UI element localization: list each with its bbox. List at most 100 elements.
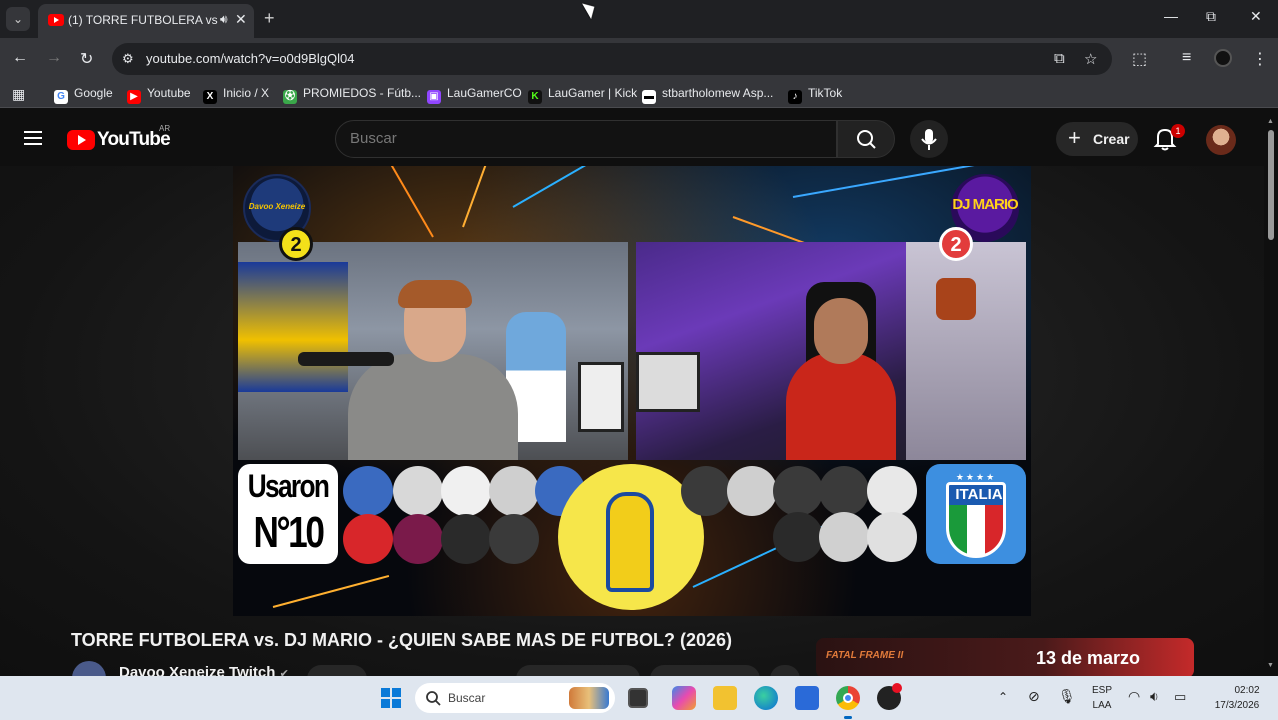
keyboard-layout[interactable]: LAA [1090, 700, 1114, 711]
bookmark-stbartholomew[interactable]: ▬ stbartholomew Asp... [642, 86, 773, 104]
davoo-logo-text: Davoo Xeneize [248, 202, 306, 211]
media-controls-icon[interactable]: ≡ [1182, 49, 1191, 67]
framed-jersey [578, 362, 624, 432]
bookmark-kick[interactable]: K LauGamer | Kick [528, 86, 637, 104]
site-info-icon[interactable]: ⚙ [122, 51, 134, 67]
chrome-icon[interactable] [836, 686, 860, 710]
recommended-ad-card[interactable]: FATAL FRAME II 13 de marzo [816, 638, 1194, 678]
search-highlight-icon [569, 687, 609, 709]
scroll-up-icon[interactable]: ▲ [1267, 118, 1274, 125]
microphone-icon [921, 129, 937, 150]
bookmark-label: Inicio / X [223, 86, 270, 100]
usaron-n10-card: Usaron N°10 [238, 464, 338, 564]
scrollbar-thumb[interactable] [1268, 130, 1274, 240]
youtube-header: YouTube AR + Crear 1 [0, 114, 1268, 166]
player-circle [727, 466, 777, 516]
bookmark-tiktok[interactable]: ♪ TikTok [788, 86, 842, 104]
browser-tab-active[interactable]: (1) TORRE FUTBOLERA vs. D 🔊︎ ✕ [38, 4, 254, 38]
file-explorer-icon[interactable] [713, 686, 737, 710]
url-text[interactable]: youtube.com/watch?v=o0d9BlgQl04 [146, 51, 355, 66]
usaron-line1: Usaron [247, 468, 330, 504]
profile-icon[interactable] [1214, 49, 1232, 67]
speaker-icon[interactable]: 🔊︎ [220, 12, 228, 27]
minimize-button[interactable]: — [1164, 8, 1178, 24]
youtube-logo-icon[interactable] [67, 130, 95, 150]
extensions-icon[interactable]: ⬚ [1132, 49, 1147, 69]
window-close-button[interactable]: ✕ [1250, 8, 1262, 25]
chrome-menu-icon[interactable]: ⋮ [1252, 49, 1268, 69]
bookmark-x[interactable]: X Inicio / X [203, 86, 269, 104]
x-icon: X [203, 90, 217, 104]
video-player[interactable]: Davoo Xeneize DJ MARIO 2 2 Usaron N°10 ★… [233, 166, 1031, 616]
lion-emblem [936, 278, 976, 320]
volume-icon[interactable]: 🔉︎ [1150, 688, 1159, 705]
bookmark-laugamerco[interactable]: ▣ LauGamerCO [427, 86, 522, 104]
search-input[interactable] [350, 130, 810, 147]
site-icon: ▬ [642, 90, 656, 104]
youtube-icon: ▶ [127, 90, 141, 104]
bookmark-youtube[interactable]: ▶ Youtube [127, 86, 191, 104]
clock-time[interactable]: 02:02 [1222, 685, 1272, 696]
player-circle [867, 466, 917, 516]
ad-text-right: 13 de marzo [1036, 648, 1141, 668]
scroll-down-icon[interactable]: ▼ [1267, 662, 1274, 669]
apps-grid-icon[interactable]: ▦ [12, 86, 25, 103]
windows-start-icon[interactable] [379, 686, 403, 710]
bookmark-label: Google [74, 86, 113, 100]
maximize-button[interactable]: ⧉ [1206, 8, 1216, 25]
player-circle [867, 512, 917, 562]
create-button[interactable]: + Crear [1056, 122, 1138, 156]
edge-icon[interactable] [754, 686, 778, 710]
page-scrollbar[interactable]: ▲ ▼ [1264, 114, 1278, 676]
bookmark-google[interactable]: G Google [54, 86, 113, 104]
twitch-icon: ▣ [427, 90, 441, 104]
search-button[interactable] [837, 120, 895, 158]
mouse-cursor-icon [582, 0, 599, 20]
bookmark-label: TikTok [808, 86, 843, 100]
language-indicator[interactable]: ESP [1090, 685, 1114, 696]
wifi-icon[interactable]: ◠ [1128, 688, 1140, 705]
left-score-badge: 2 [279, 227, 313, 261]
copilot-icon[interactable] [672, 686, 696, 710]
microsoft-store-icon[interactable] [795, 686, 819, 710]
reload-icon[interactable]: ↻ [80, 49, 93, 69]
video-title: TORRE FUTBOLERA vs. DJ MARIO - ¿QUIEN SA… [71, 630, 733, 650]
taskbar-search[interactable]: Buscar [415, 683, 615, 713]
bookmark-label: LauGamerCO [447, 86, 522, 100]
notification-count-badge: 1 [1171, 124, 1185, 138]
battery-icon[interactable]: ▭ [1174, 689, 1186, 705]
bookmark-promiedos[interactable]: ⚽︎ PROMIEDOS - Fútb... [283, 86, 421, 104]
address-bar[interactable]: ⚙ youtube.com/watch?v=o0d9BlgQl04 ⧉ ☆ [112, 43, 1112, 75]
menu-icon[interactable] [24, 131, 42, 145]
room-door [906, 242, 1026, 460]
windows-taskbar: Buscar ⌃ ⊘ 🎙︎ ESP LAA ◠ 🔉︎ ▭ 02:02 17/3/… [0, 676, 1278, 720]
player-circle [441, 514, 491, 564]
task-view-icon[interactable] [628, 688, 648, 708]
microphone-tray-icon[interactable]: 🎙︎ [1058, 688, 1076, 705]
clock-date[interactable]: 17/3/2026 [1202, 700, 1272, 711]
tab-close-icon[interactable]: ✕ [235, 11, 247, 28]
forward-icon[interactable]: → [46, 49, 62, 67]
promiedos-icon: ⚽︎ [283, 90, 297, 104]
bookmarks-bar: ▦ G Google ▶ Youtube X Inicio / X ⚽︎ PROMIED… [0, 80, 1278, 108]
bookmark-label: Youtube [147, 86, 191, 100]
bookmark-label: LauGamer | Kick [548, 86, 638, 100]
voice-search-button[interactable] [910, 120, 948, 158]
tab-search-button[interactable]: ⌄ [6, 7, 30, 31]
network-off-icon[interactable]: ⊘ [1028, 688, 1040, 705]
player-circle [773, 466, 823, 516]
browser-toolbar: ← → ↻ ⚙ youtube.com/watch?v=o0d9BlgQl04 … [0, 38, 1278, 80]
country-code: AR [159, 124, 171, 133]
app-icon[interactable] [877, 683, 902, 710]
ad-text-left: FATAL FRAME II [826, 650, 904, 661]
player-circle [393, 514, 443, 564]
plus-icon: + [1068, 125, 1081, 150]
new-tab-button[interactable]: + [264, 8, 275, 29]
install-app-icon[interactable]: ⧉ [1054, 50, 1065, 67]
webcam-left [238, 242, 628, 460]
back-icon[interactable]: ← [12, 49, 28, 67]
player-circle [819, 512, 869, 562]
tray-overflow-icon[interactable]: ⌃ [998, 690, 1008, 704]
bookmark-star-icon[interactable]: ☆ [1084, 50, 1097, 68]
account-avatar[interactable] [1206, 125, 1236, 155]
